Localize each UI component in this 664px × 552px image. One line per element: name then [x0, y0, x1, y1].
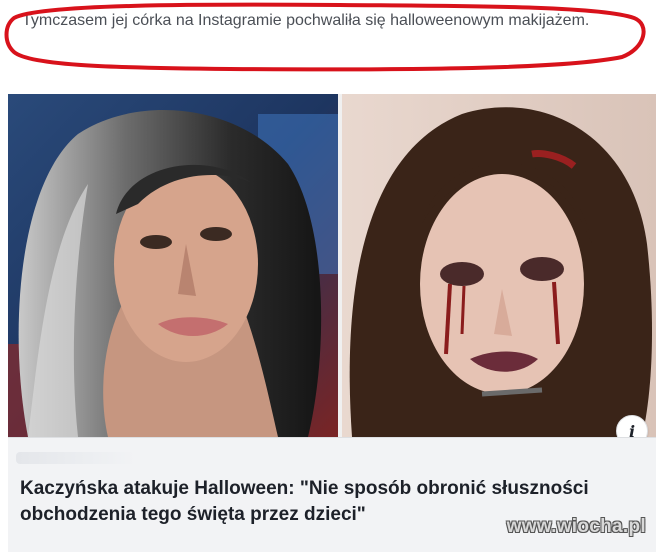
- post-caption-area: Tymczasem jej córka na Instagramie pochw…: [0, 0, 664, 92]
- watermark: www.wiocha.pl: [506, 516, 646, 537]
- photo-right-girl-makeup: [342, 94, 656, 437]
- blurred-source-domain: [16, 452, 136, 464]
- preview-image[interactable]: i: [8, 94, 656, 447]
- photo-left-woman: [8, 94, 338, 437]
- link-preview-box[interactable]: Kaczyńska atakuje Halloween: "Nie sposób…: [8, 437, 656, 552]
- post-caption: Tymczasem jej córka na Instagramie pochw…: [22, 12, 590, 29]
